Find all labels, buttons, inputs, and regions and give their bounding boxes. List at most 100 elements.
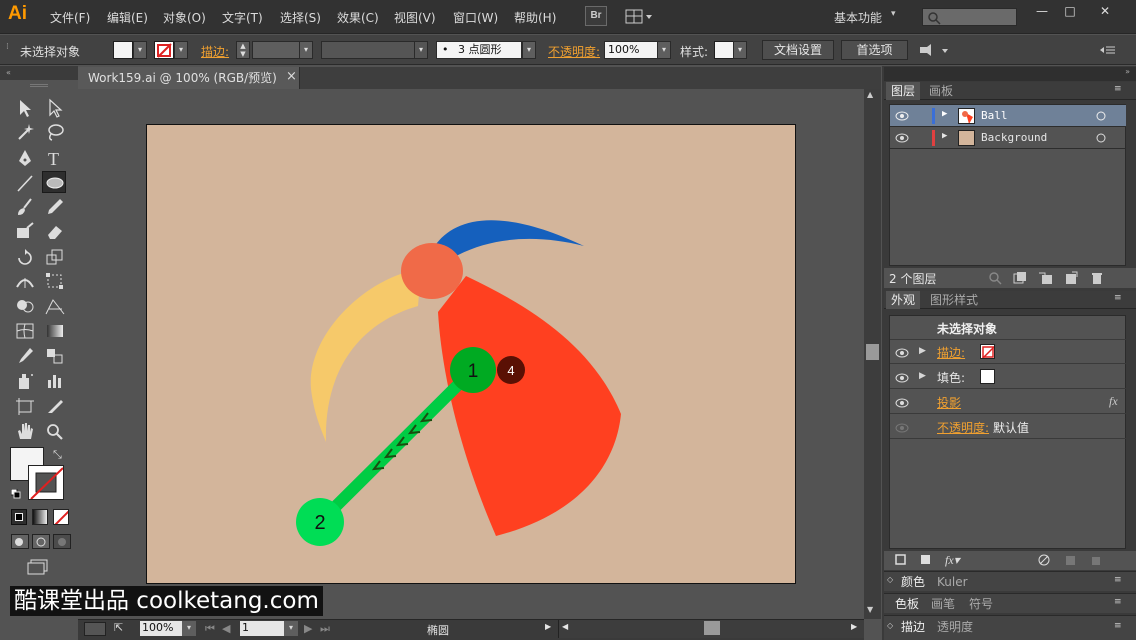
export-icon[interactable]: ⇱ — [114, 621, 128, 635]
layer-name[interactable]: Background — [981, 131, 1047, 144]
tab-symbols[interactable]: 符号 — [964, 595, 998, 613]
target-icon[interactable] — [1096, 111, 1106, 121]
paintbrush-tool-icon[interactable] — [13, 196, 37, 218]
tab-stroke[interactable]: 描边 — [896, 618, 930, 636]
appearance-stroke-swatch[interactable] — [980, 344, 995, 359]
appearance-opacity-row[interactable]: 不透明度: 默认值 — [890, 415, 1126, 439]
magic-wand-tool-icon[interactable] — [13, 121, 37, 143]
document-tab[interactable]: Work159.ai @ 100% (RGB/预览) — [78, 67, 300, 89]
first-page-icon[interactable]: ⏮ — [205, 622, 215, 636]
zoom-tool-icon[interactable] — [43, 420, 67, 442]
control-menu-icon[interactable] — [1100, 44, 1116, 56]
appearance-menu-icon[interactable]: ≡ — [1114, 293, 1122, 303]
perspective-grid-tool-icon[interactable] — [43, 295, 67, 317]
toolbox-header[interactable]: « — [0, 66, 78, 80]
swatches-panel-collapsed[interactable]: 色板 画笔 符号 ≡ — [884, 593, 1136, 613]
tab-color[interactable]: 颜色 — [896, 573, 930, 591]
menu-edit[interactable]: 编辑(E) — [107, 9, 148, 26]
menu-select[interactable]: 选择(S) — [280, 9, 321, 26]
scroll-left-icon[interactable]: ◀ — [562, 622, 568, 631]
menu-help[interactable]: 帮助(H) — [514, 9, 556, 26]
tab-transparency[interactable]: 透明度 — [932, 618, 978, 636]
symbol-sprayer-tool-icon[interactable] — [13, 370, 37, 392]
fill-dropdown[interactable]: ▾ — [133, 41, 147, 59]
scroll-up-icon[interactable]: ▲ — [867, 90, 873, 99]
lasso-tool-icon[interactable] — [43, 121, 67, 143]
layer-row-ball[interactable]: ▶ Ball — [890, 105, 1126, 127]
scroll-down-icon[interactable]: ▼ — [867, 605, 873, 614]
scroll-right-icon[interactable]: ▶ — [851, 622, 857, 631]
menu-effect[interactable]: 效果(C) — [337, 9, 379, 26]
layers-menu-icon[interactable]: ≡ — [1114, 84, 1122, 94]
expand-arrow-icon[interactable]: ▶ — [942, 131, 947, 141]
scale-tool-icon[interactable] — [43, 246, 67, 268]
horizontal-scroll-thumb[interactable] — [704, 621, 720, 635]
target-icon[interactable] — [1096, 133, 1106, 143]
column-graph-tool-icon[interactable] — [43, 370, 67, 392]
stroke-panel-collapsed[interactable]: ◇ 描边 透明度 ≡ — [884, 615, 1136, 640]
brush-dropdown[interactable]: ▾ — [522, 41, 536, 59]
blob-brush-tool-icon[interactable] — [13, 220, 37, 242]
visibility-eye-icon[interactable] — [894, 422, 910, 434]
eyedropper-tool-icon[interactable] — [13, 345, 37, 367]
stroke-dropdown[interactable]: ▾ — [174, 41, 188, 59]
stroke-weight-stepper[interactable]: ▲ ▼ — [236, 41, 250, 59]
appearance-shadow-row[interactable]: 投影 fx — [890, 390, 1126, 414]
document-setup-button[interactable]: 文档设置 — [762, 40, 834, 60]
visibility-eye-icon[interactable] — [894, 372, 910, 384]
add-effect-icon[interactable]: fx▾ — [945, 553, 960, 568]
minimize-button[interactable]: — — [1027, 3, 1057, 21]
hand-tool-icon[interactable] — [13, 420, 37, 442]
dock-header[interactable]: » — [884, 67, 1136, 81]
menu-object[interactable]: 对象(O) — [163, 9, 206, 26]
add-stroke-icon[interactable] — [895, 554, 907, 566]
tab-brushes[interactable]: 画笔 — [926, 595, 960, 613]
appearance-fill-swatch[interactable] — [980, 369, 995, 384]
delete-item-icon[interactable] — [1090, 554, 1102, 566]
zoom-dropdown[interactable]: ▾ — [182, 621, 196, 636]
tab-swatches[interactable]: 色板 — [890, 595, 924, 613]
artboard-tool-icon[interactable] — [13, 395, 37, 417]
close-document-icon[interactable]: × — [286, 69, 297, 84]
next-page-icon[interactable]: ▶ — [304, 622, 312, 635]
ellipse-tool-icon[interactable] — [42, 171, 66, 193]
brush-definition[interactable]: • 3 点圆形 — [436, 41, 522, 59]
variable-width-profile[interactable] — [321, 41, 415, 59]
slice-tool-icon[interactable] — [43, 395, 67, 417]
add-fill-icon[interactable] — [920, 554, 932, 566]
graphic-style-swatch[interactable] — [714, 41, 734, 59]
stroke-label[interactable]: 描边: — [201, 43, 229, 60]
menu-file[interactable]: 文件(F) — [50, 9, 90, 26]
pencil-tool-icon[interactable] — [43, 196, 67, 218]
type-tool-icon[interactable]: T — [43, 147, 67, 169]
last-page-icon[interactable]: ⏭ — [320, 622, 330, 636]
workspace-switcher[interactable]: 基本功能 — [834, 9, 882, 26]
preferences-button[interactable]: 首选项 — [841, 40, 908, 60]
tab-appearance[interactable]: 外观 — [886, 291, 921, 309]
workspace-chevron-icon[interactable]: ▾ — [891, 9, 896, 19]
expand-arrow-icon[interactable]: ▶ — [919, 346, 926, 356]
appearance-fill-label[interactable]: 填色: — [937, 369, 965, 386]
arrange-options-icon[interactable] — [917, 43, 951, 59]
mesh-tool-icon[interactable] — [13, 320, 37, 342]
selection-tool-icon[interactable] — [13, 97, 37, 119]
duplicate-item-icon[interactable] — [1064, 554, 1076, 566]
stroke-weight-field[interactable] — [252, 41, 300, 59]
view-mode-icon[interactable] — [84, 622, 106, 636]
width-tool-icon[interactable] — [13, 270, 37, 292]
appearance-opacity-label[interactable]: 不透明度: — [937, 419, 989, 436]
pen-tool-icon[interactable] — [13, 147, 37, 169]
line-segment-tool-icon[interactable] — [13, 172, 37, 194]
appearance-stroke-label[interactable]: 描边: — [937, 344, 965, 361]
fx-icon[interactable]: fx — [1109, 394, 1118, 409]
page-field[interactable]: 1 — [240, 621, 284, 636]
draw-normal-icon[interactable] — [11, 534, 29, 549]
fill-swatch[interactable] — [113, 41, 133, 59]
tab-graphic-styles[interactable]: 图形样式 — [925, 291, 983, 309]
layer-name[interactable]: Ball — [981, 109, 1008, 122]
shape-builder-tool-icon[interactable] — [13, 295, 37, 317]
blend-tool-icon[interactable] — [43, 345, 67, 367]
visibility-eye-icon[interactable] — [894, 110, 910, 122]
none-mode-icon[interactable] — [53, 509, 69, 525]
prev-page-icon[interactable]: ◀ — [222, 622, 230, 635]
